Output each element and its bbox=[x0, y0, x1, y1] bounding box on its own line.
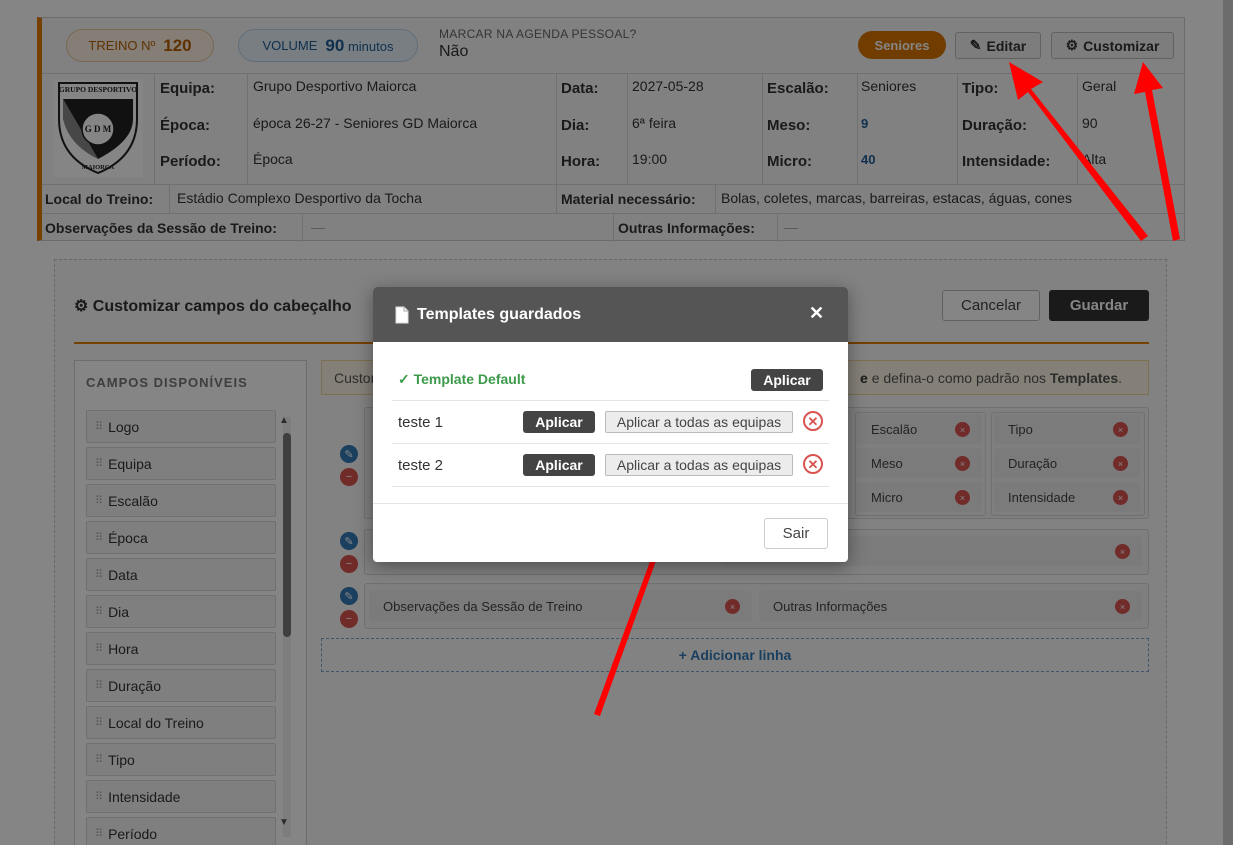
template-row-default: ✓ Template Default Aplicar bbox=[392, 358, 829, 401]
template-name: teste 2 bbox=[398, 457, 444, 474]
apply-default-button[interactable]: Aplicar bbox=[751, 369, 823, 391]
apply-all-teams-button[interactable]: Aplicar a todas as equipas bbox=[605, 454, 793, 476]
modal-title: Templates guardados bbox=[417, 306, 582, 323]
delete-template-icon[interactable]: ✕ bbox=[803, 454, 823, 474]
template-name: teste 1 bbox=[398, 414, 444, 431]
arrow-to-customize bbox=[1134, 62, 1180, 241]
delete-template-icon[interactable]: ✕ bbox=[803, 411, 823, 431]
apply-button[interactable]: Aplicar bbox=[523, 411, 595, 433]
arrow-to-edit bbox=[1009, 62, 1148, 241]
template-row: teste 1 Aplicar Aplicar a todas as equip… bbox=[392, 401, 829, 444]
close-icon[interactable]: ✕ bbox=[809, 303, 824, 324]
template-row: teste 2 Aplicar Aplicar a todas as equip… bbox=[392, 444, 829, 487]
divider bbox=[373, 503, 848, 504]
exit-button[interactable]: Sair bbox=[764, 518, 828, 549]
apply-all-teams-button[interactable]: Aplicar a todas as equipas bbox=[605, 411, 793, 433]
apply-button[interactable]: Aplicar bbox=[523, 454, 595, 476]
template-default-name: ✓ Template Default bbox=[398, 371, 526, 387]
templates-modal: Templates guardados ✕ ✓ Template Default… bbox=[373, 287, 848, 562]
document-icon bbox=[395, 306, 409, 324]
modal-header: Templates guardados ✕ bbox=[373, 287, 848, 342]
page: TREINO Nº 120 VOLUME 90 minutos MARCAR N… bbox=[0, 0, 1233, 845]
